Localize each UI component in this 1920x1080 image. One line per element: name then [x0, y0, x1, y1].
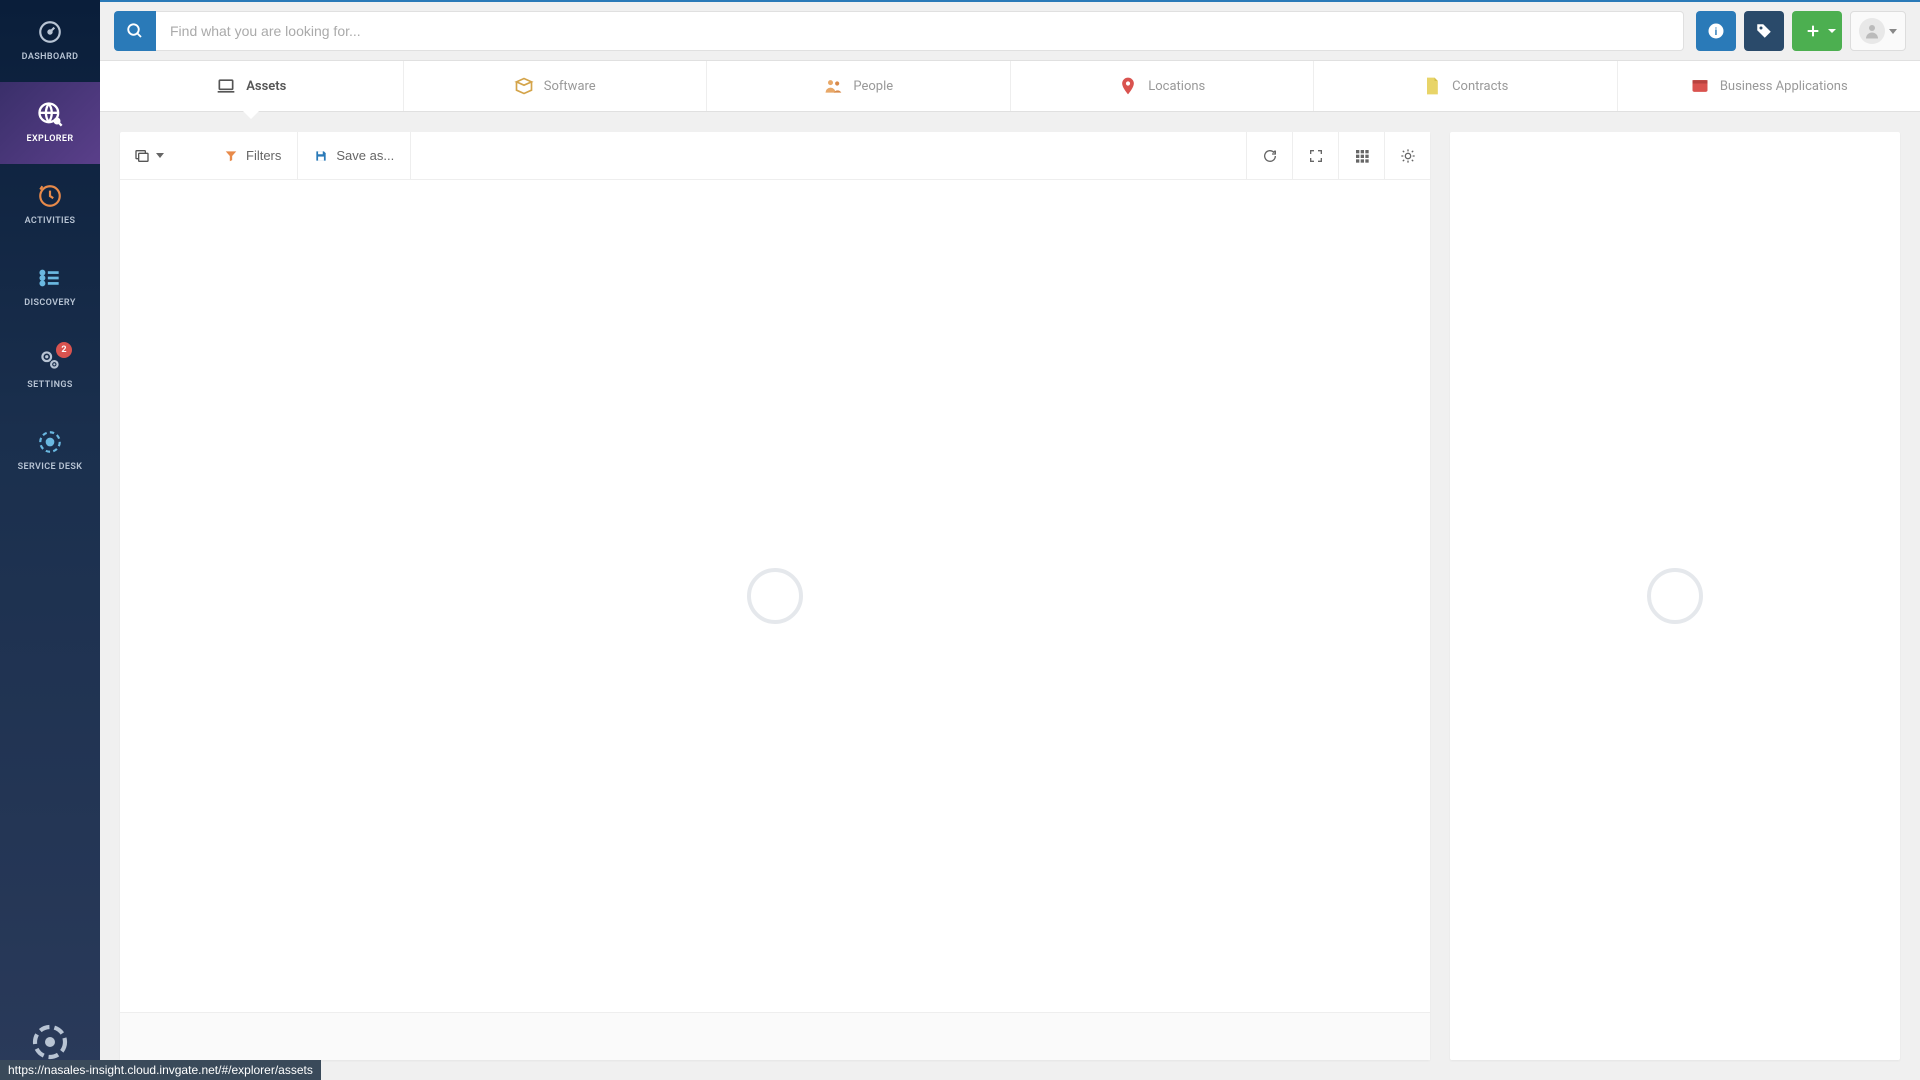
filters-button[interactable]: Filters	[208, 132, 298, 179]
list-icon	[36, 264, 64, 292]
view-selector-button[interactable]	[120, 132, 178, 179]
search-group	[114, 11, 1684, 51]
search-button[interactable]	[114, 11, 156, 51]
settings-badge: 2	[56, 342, 72, 358]
main-sidebar: DASHBOARD EXPLORER	[0, 0, 100, 1080]
category-tabs: Assets Software People	[100, 60, 1920, 112]
add-button[interactable]	[1792, 11, 1842, 51]
tab-contracts[interactable]: Contracts	[1314, 61, 1618, 111]
tag-button[interactable]	[1744, 11, 1784, 51]
sidebar-item-label: EXPLORER	[26, 134, 73, 144]
main-area: i	[100, 0, 1920, 1080]
tab-people[interactable]: People	[707, 61, 1011, 111]
filter-icon	[224, 149, 238, 163]
tab-business-applications[interactable]: Business Applications	[1618, 61, 1920, 111]
fullscreen-button[interactable]	[1292, 132, 1338, 179]
loading-spinner-icon	[747, 568, 803, 624]
chevron-down-icon	[1889, 29, 1897, 34]
tab-label: Software	[544, 79, 596, 94]
grid-icon	[1354, 148, 1370, 164]
sidebar-item-label: DASHBOARD	[22, 52, 79, 62]
refresh-button[interactable]	[1246, 132, 1292, 179]
sidebar-item-settings[interactable]: 2 SETTINGS	[0, 328, 100, 410]
info-button[interactable]: i	[1696, 11, 1736, 51]
tab-label: Assets	[246, 79, 286, 94]
sidebar-item-explorer[interactable]: EXPLORER	[0, 82, 100, 164]
chevron-down-icon	[156, 153, 164, 158]
grid-view-button[interactable]	[1338, 132, 1384, 179]
globe-search-icon	[36, 100, 64, 128]
loading-spinner-icon	[1647, 568, 1703, 624]
tab-label: People	[853, 79, 893, 94]
clock-history-icon	[36, 182, 64, 210]
tab-software[interactable]: Software	[404, 61, 708, 111]
tab-assets[interactable]: Assets	[100, 61, 404, 111]
sidebar-item-label: SERVICE DESK	[18, 462, 83, 472]
sidebar-item-label: SETTINGS	[27, 380, 73, 390]
settings-button[interactable]	[1384, 132, 1430, 179]
main-panel: Filters Save as...	[120, 132, 1430, 1060]
side-panel	[1450, 132, 1900, 1060]
refresh-icon	[1262, 148, 1278, 164]
sidebar-item-discovery[interactable]: DISCOVERY	[0, 246, 100, 328]
avatar-icon	[1859, 18, 1885, 44]
sidebar-item-dashboard[interactable]: DASHBOARD	[0, 0, 100, 82]
brand-logo-icon	[30, 1022, 70, 1062]
save-label: Save as...	[336, 148, 394, 163]
sidebar-item-service-desk[interactable]: SERVICE DESK	[0, 410, 100, 492]
expand-icon	[1308, 148, 1324, 164]
top-header: i	[100, 0, 1920, 60]
info-icon: i	[1707, 22, 1725, 40]
people-icon	[823, 76, 843, 96]
location-pin-icon	[1118, 76, 1138, 96]
sidebar-item-label: DISCOVERY	[24, 298, 76, 308]
svg-text:i: i	[1715, 26, 1718, 38]
header-actions: i	[1696, 11, 1906, 51]
application-icon	[1690, 76, 1710, 96]
tab-label: Business Applications	[1720, 79, 1848, 94]
search-input[interactable]	[156, 11, 1684, 51]
cards-icon	[134, 148, 150, 164]
save-icon	[314, 149, 328, 163]
gauge-icon	[36, 18, 64, 46]
user-menu[interactable]	[1850, 11, 1906, 51]
search-icon	[126, 22, 144, 40]
status-bar-url: https://nasales-insight.cloud.invgate.ne…	[0, 1060, 321, 1080]
tab-label: Contracts	[1452, 79, 1508, 94]
gear-icon	[1400, 148, 1416, 164]
laptop-icon	[216, 76, 236, 96]
content-row: Filters Save as...	[100, 112, 1920, 1080]
plus-icon	[1805, 23, 1821, 39]
panel-toolbar: Filters Save as...	[120, 132, 1430, 180]
sidebar-item-activities[interactable]: ACTIVITIES	[0, 164, 100, 246]
save-as-button[interactable]: Save as...	[298, 132, 411, 179]
sidebar-item-label: ACTIVITIES	[25, 216, 76, 226]
document-icon	[1422, 76, 1442, 96]
box-icon	[514, 76, 534, 96]
main-panel-footer	[120, 1012, 1430, 1060]
filters-label: Filters	[246, 148, 281, 163]
tab-locations[interactable]: Locations	[1011, 61, 1315, 111]
tag-icon	[1755, 22, 1773, 40]
service-desk-icon	[36, 428, 64, 456]
main-content-body	[120, 180, 1430, 1012]
tab-label: Locations	[1148, 79, 1205, 94]
